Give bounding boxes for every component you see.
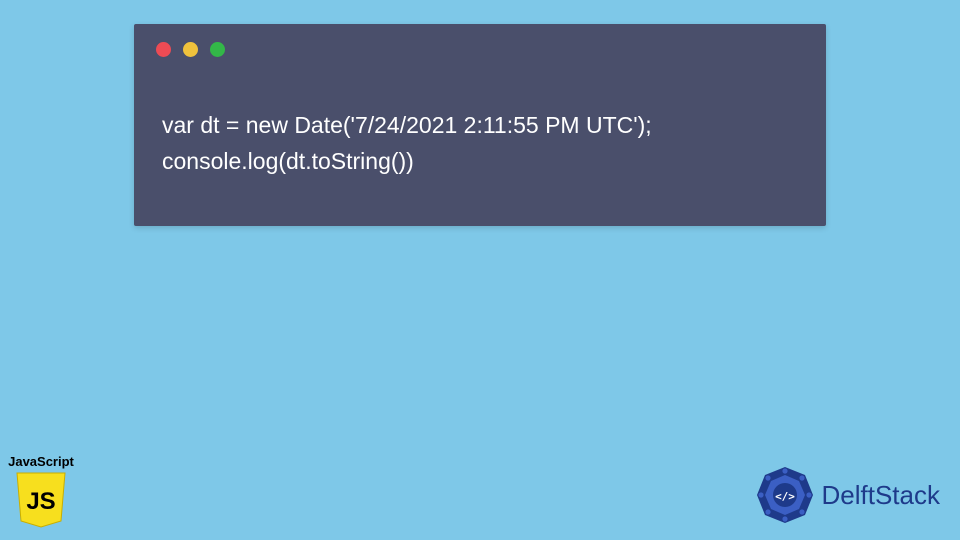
minimize-icon [183, 42, 198, 57]
delftstack-logo-icon: </> [754, 464, 816, 526]
code-line-2: console.log(dt.toString()) [162, 148, 414, 174]
javascript-label: JavaScript [6, 454, 76, 469]
javascript-shield-icon: JS [15, 471, 67, 529]
delft-glyph: </> [775, 490, 795, 503]
traffic-lights [156, 42, 225, 57]
code-block: var dt = new Date('7/24/2021 2:11:55 PM … [162, 108, 652, 179]
js-glyph: JS [26, 488, 55, 515]
delftstack-name: DelftStack [822, 480, 941, 511]
code-window: var dt = new Date('7/24/2021 2:11:55 PM … [134, 24, 826, 226]
code-line-1: var dt = new Date('7/24/2021 2:11:55 PM … [162, 112, 652, 138]
javascript-badge: JavaScript JS [6, 454, 76, 534]
maximize-icon [210, 42, 225, 57]
close-icon [156, 42, 171, 57]
delftstack-brand: </> DelftStack [754, 464, 941, 526]
